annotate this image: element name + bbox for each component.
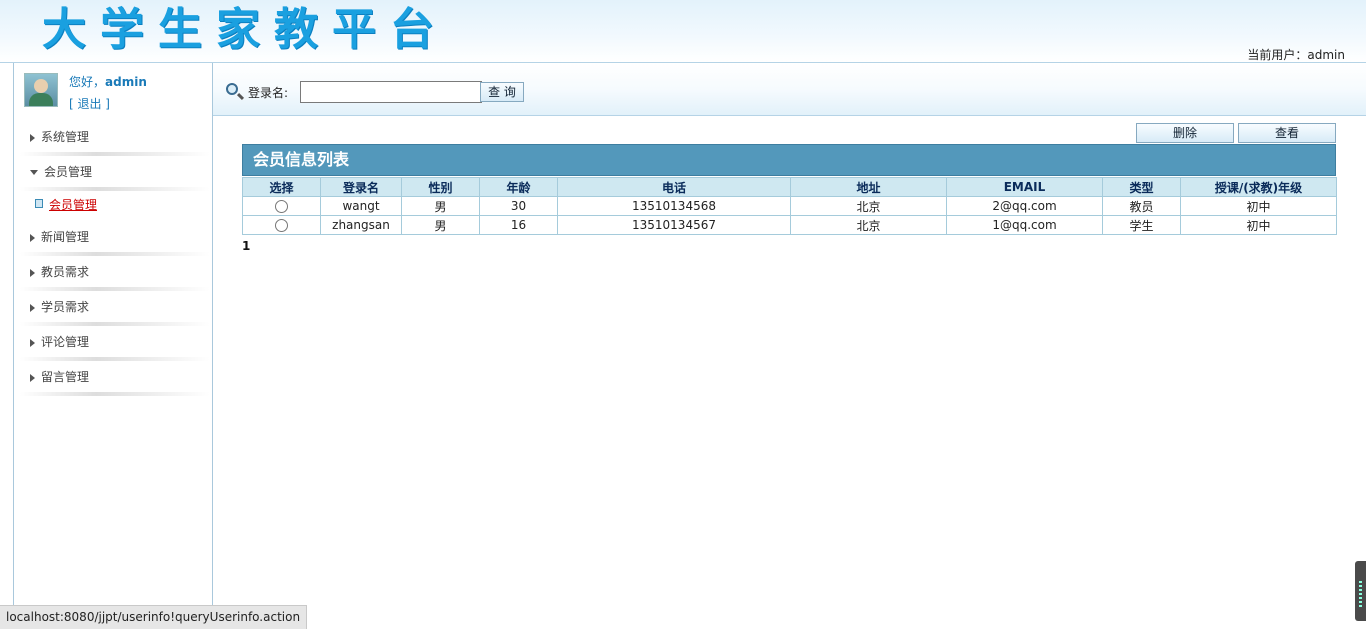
cell-phone: 13510134568 — [557, 196, 791, 216]
cell-grade: 初中 — [1180, 215, 1337, 235]
menu-label: 学员需求 — [41, 300, 90, 314]
avatar — [24, 73, 58, 107]
table-row: wangt 男 30 13510134568 北京 2@qq.com 教员 初中 — [242, 196, 1337, 216]
search-label: 登录名: — [248, 86, 289, 100]
cell-gender: 男 — [401, 215, 480, 235]
delete-button[interactable]: 删除 — [1136, 123, 1234, 143]
cell-phone: 13510134567 — [557, 215, 791, 235]
logout-link[interactable]: [ 退出 ] — [69, 95, 110, 113]
search-button[interactable]: 查 询 — [480, 82, 524, 102]
menu-system[interactable]: 系统管理 — [14, 121, 212, 156]
submenu-label[interactable]: 会员管理 — [49, 196, 97, 213]
chevron-right-icon — [30, 133, 35, 142]
bullet-icon — [35, 199, 43, 208]
members-table: 选择 登录名 性别 年龄 电话 地址 EMAIL 类型 授课/(求教)年级 wa… — [242, 177, 1337, 235]
current-user-info: 当前用户：admin — [1247, 46, 1345, 63]
chevron-down-icon — [30, 170, 38, 175]
column-header: 授课/(求教)年级 — [1180, 177, 1337, 197]
column-header: 电话 — [557, 177, 791, 197]
column-header: EMAIL — [946, 177, 1103, 197]
user-box: 您好，admin [ 退出 ] — [24, 73, 214, 123]
menu-teacher-demand[interactable]: 教员需求 — [14, 256, 212, 291]
cell-age: 16 — [479, 215, 558, 235]
menu-members[interactable]: 会员管理 — [14, 156, 212, 191]
cell-type: 学生 — [1102, 215, 1181, 235]
column-header: 年龄 — [479, 177, 558, 197]
browser-status-bar: localhost:8080/jjpt/userinfo!queryUserin… — [0, 605, 308, 629]
cell-grade: 初中 — [1180, 196, 1337, 216]
login-name-input[interactable] — [300, 81, 482, 103]
table-header-row: 选择 登录名 性别 年龄 电话 地址 EMAIL 类型 授课/(求教)年级 — [242, 177, 1337, 197]
menu-label: 系统管理 — [41, 130, 90, 144]
chevron-right-icon — [30, 338, 35, 347]
chevron-right-icon — [30, 373, 35, 382]
select-radio[interactable] — [275, 219, 288, 232]
panel-title: 会员信息列表 — [242, 144, 1336, 176]
table-row: zhangsan 男 16 13510134567 北京 1@qq.com 学生… — [242, 215, 1337, 235]
column-header: 类型 — [1102, 177, 1181, 197]
site-logo: 大学生家教平台 — [42, 4, 448, 55]
current-user-label: 当前用户： — [1247, 48, 1308, 62]
sidebar: 您好，admin [ 退出 ] 系统管理 会员管理 会员管理 新闻管理 教员需求… — [13, 63, 213, 628]
page-link[interactable]: 1 — [242, 239, 250, 253]
menu-label: 留言管理 — [41, 370, 90, 384]
side-handle[interactable] — [1355, 561, 1366, 621]
cell-address: 北京 — [790, 215, 947, 235]
column-header: 选择 — [242, 177, 321, 197]
cell-address: 北京 — [790, 196, 947, 216]
view-button[interactable]: 查看 — [1238, 123, 1336, 143]
menu-label: 教员需求 — [41, 265, 90, 279]
chevron-right-icon — [30, 303, 35, 312]
greeting-text: 您好， — [69, 75, 106, 89]
cell-login-name: wangt — [320, 196, 402, 216]
chevron-right-icon — [30, 268, 35, 277]
cell-age: 30 — [479, 196, 558, 216]
header: 大学生家教平台 当前用户：admin — [0, 0, 1366, 63]
menu-messages[interactable]: 留言管理 — [14, 361, 212, 396]
cell-email: 2@qq.com — [946, 196, 1103, 216]
sidebar-menu: 系统管理 会员管理 会员管理 新闻管理 教员需求 学员需求 评论管理 留言管理 — [14, 121, 212, 396]
greeting-username: admin — [105, 75, 147, 89]
menu-student-demand[interactable]: 学员需求 — [14, 291, 212, 326]
cell-type: 教员 — [1102, 196, 1181, 216]
menu-comments[interactable]: 评论管理 — [14, 326, 212, 361]
greeting: 您好，admin — [69, 73, 147, 91]
column-header: 登录名 — [320, 177, 402, 197]
search-bar: 登录名: 查 询 — [213, 63, 1366, 116]
cell-email: 1@qq.com — [946, 215, 1103, 235]
cell-gender: 男 — [401, 196, 480, 216]
chevron-right-icon — [30, 233, 35, 242]
menu-label: 会员管理 — [44, 165, 93, 179]
menu-label: 评论管理 — [41, 335, 90, 349]
column-header: 地址 — [790, 177, 947, 197]
menu-news[interactable]: 新闻管理 — [14, 221, 212, 256]
search-icon — [226, 83, 238, 95]
current-user-name: admin — [1307, 48, 1345, 62]
menu-label: 新闻管理 — [41, 230, 90, 244]
cell-login-name: zhangsan — [320, 215, 402, 235]
select-radio[interactable] — [275, 200, 288, 213]
column-header: 性别 — [401, 177, 480, 197]
submenu-member-management[interactable]: 会员管理 — [14, 191, 212, 221]
